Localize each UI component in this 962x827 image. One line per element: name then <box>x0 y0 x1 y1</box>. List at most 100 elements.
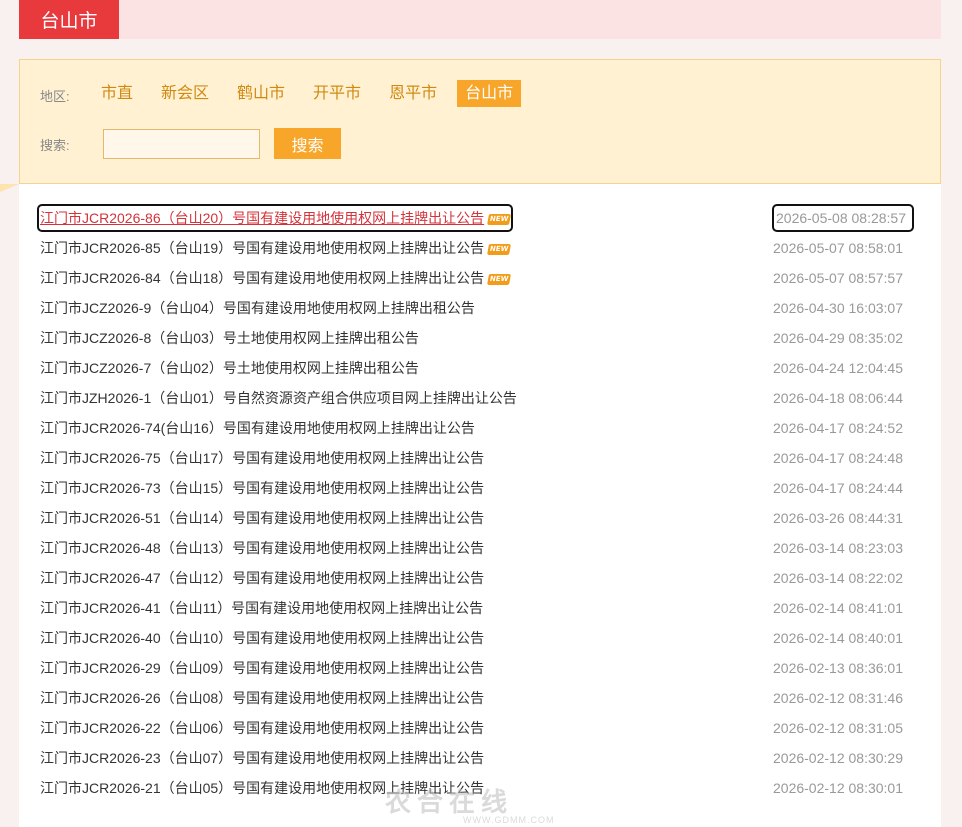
notice-title-text: 江门市JCZ2026-9（台山04）号国有建设用地使用权网上挂牌出租公告 <box>40 300 475 316</box>
notice-list-panel: 江门市JCR2026-86（台山20）号国有建设用地使用权网上挂牌出让公告 NEW… <box>19 184 941 827</box>
notice-title-link[interactable]: 江门市JCR2026-29（台山09）号国有建设用地使用权网上挂牌出让公告 <box>39 656 485 680</box>
notice-title-text: 江门市JCR2026-75（台山17）号国有建设用地使用权网上挂牌出让公告 <box>40 450 485 466</box>
header-tab[interactable]: 台山市 <box>19 0 119 39</box>
notice-row: 江门市JZH2026-1（台山01）号自然资源资产组合供应项目网上挂牌出让公告 2… <box>39 386 919 416</box>
notice-date: 2026-02-12 08:30:29 <box>773 750 903 766</box>
notice-title-text: 江门市JCR2026-73（台山15）号国有建设用地使用权网上挂牌出让公告 <box>40 480 485 496</box>
notice-row: 江门市JCR2026-73（台山15）号国有建设用地使用权网上挂牌出让公告 202… <box>39 476 919 506</box>
notice-row: 江门市JCR2026-40（台山10）号国有建设用地使用权网上挂牌出让公告 202… <box>39 626 919 656</box>
notice-date: 2026-05-07 08:57:57 <box>773 270 903 286</box>
notice-title-text: 江门市JCR2026-86（台山20）号国有建设用地使用权网上挂牌出让公告 <box>40 210 485 226</box>
notice-title-link[interactable]: 江门市JCR2026-21（台山05）号国有建设用地使用权网上挂牌出让公告 <box>39 776 485 800</box>
notice-title-text: 江门市JCR2026-26（台山08）号国有建设用地使用权网上挂牌出让公告 <box>40 690 485 706</box>
notice-title-text: 江门市JCR2026-51（台山14）号国有建设用地使用权网上挂牌出让公告 <box>40 510 485 526</box>
region-list: 市直 新会区 鹤山市 开平市 恩平市 台山市 <box>93 80 533 107</box>
notice-title-link[interactable]: 江门市JCR2026-22（台山06）号国有建设用地使用权网上挂牌出让公告 <box>39 716 485 740</box>
notice-date: 2026-05-07 08:58:01 <box>773 240 903 256</box>
notice-title-text: 江门市JCR2026-40（台山10）号国有建设用地使用权网上挂牌出让公告 <box>40 630 485 646</box>
notice-title-link[interactable]: 江门市JCR2026-23（台山07）号国有建设用地使用权网上挂牌出让公告 <box>39 746 485 770</box>
notice-date: 2026-04-18 08:06:44 <box>773 390 903 406</box>
new-badge-icon: NEW <box>487 243 512 255</box>
notice-title-text: 江门市JCZ2026-7（台山02）号土地使用权网上挂牌出租公告 <box>40 360 419 376</box>
notice-title-text: 江门市JZH2026-1（台山01）号自然资源资产组合供应项目网上挂牌出让公告 <box>40 390 517 406</box>
notice-row: 江门市JCR2026-74(台山16）号国有建设用地使用权网上挂牌出让公告 202… <box>39 416 919 446</box>
search-input[interactable] <box>103 129 260 159</box>
notice-title-text: 江门市JCR2026-84（台山18）号国有建设用地使用权网上挂牌出让公告 <box>40 270 485 286</box>
notice-row: 江门市JCZ2026-7（台山02）号土地使用权网上挂牌出租公告 2026-04-… <box>39 356 919 386</box>
region-item-3[interactable]: 开平市 <box>305 80 369 107</box>
notice-row: 江门市JCR2026-22（台山06）号国有建设用地使用权网上挂牌出让公告 202… <box>39 716 919 746</box>
notice-title-link[interactable]: 江门市JCR2026-48（台山13）号国有建设用地使用权网上挂牌出让公告 <box>39 536 485 560</box>
notice-title-link[interactable]: 江门市JCR2026-51（台山14）号国有建设用地使用权网上挂牌出让公告 <box>39 506 485 530</box>
region-item-0[interactable]: 市直 <box>93 80 141 107</box>
filter-panel: 地区: 市直 新会区 鹤山市 开平市 恩平市 台山市 搜索: 搜索 <box>19 59 941 184</box>
region-item-2[interactable]: 鹤山市 <box>229 80 293 107</box>
notice-row: 江门市JCR2026-84（台山18）号国有建设用地使用权网上挂牌出让公告 NEW… <box>39 266 919 296</box>
notice-date: 2026-04-24 12:04:45 <box>773 360 903 376</box>
notice-title-link[interactable]: 江门市JCR2026-85（台山19）号国有建设用地使用权网上挂牌出让公告 NEW <box>39 236 512 260</box>
notice-title-text: 江门市JCR2026-74(台山16）号国有建设用地使用权网上挂牌出让公告 <box>40 420 475 436</box>
notice-title-link[interactable]: 江门市JZH2026-1（台山01）号自然资源资产组合供应项目网上挂牌出让公告 <box>39 386 518 410</box>
notice-title-link[interactable]: 江门市JCR2026-73（台山15）号国有建设用地使用权网上挂牌出让公告 <box>39 476 485 500</box>
notice-title-text: 江门市JCR2026-85（台山19）号国有建设用地使用权网上挂牌出让公告 <box>40 240 485 256</box>
notice-title-text: 江门市JCZ2026-8（台山03）号土地使用权网上挂牌出租公告 <box>40 330 419 346</box>
notice-title-link[interactable]: 江门市JCR2026-41（台山11）号国有建设用地使用权网上挂牌出让公告 <box>39 596 484 620</box>
notice-date: 2026-04-17 08:24:44 <box>773 480 903 496</box>
notice-title-text: 江门市JCR2026-21（台山05）号国有建设用地使用权网上挂牌出让公告 <box>40 780 485 796</box>
region-item-5[interactable]: 台山市 <box>457 80 522 107</box>
notice-row: 江门市JCR2026-21（台山05）号国有建设用地使用权网上挂牌出让公告 202… <box>39 776 919 806</box>
new-badge-icon: NEW <box>487 273 512 285</box>
region-item-4[interactable]: 恩平市 <box>381 80 445 107</box>
notice-row: 江门市JCR2026-85（台山19）号国有建设用地使用权网上挂牌出让公告 NEW… <box>39 236 919 266</box>
notice-title-text: 江门市JCR2026-48（台山13）号国有建设用地使用权网上挂牌出让公告 <box>40 540 485 556</box>
search-label: 搜索: <box>40 138 70 153</box>
notice-date: 2026-02-13 08:36:01 <box>773 660 903 676</box>
notice-date: 2026-04-30 16:03:07 <box>773 300 903 316</box>
notice-date: 2026-02-12 08:30:01 <box>773 780 903 796</box>
notice-row: 江门市JCR2026-47（台山12）号国有建设用地使用权网上挂牌出让公告 202… <box>39 566 919 596</box>
notice-date: 2026-02-14 08:41:01 <box>773 600 903 616</box>
notice-date: 2026-05-08 08:28:57 <box>772 204 914 232</box>
notice-title-text: 江门市JCR2026-47（台山12）号国有建设用地使用权网上挂牌出让公告 <box>40 570 485 586</box>
notice-title-link[interactable]: 江门市JCR2026-75（台山17）号国有建设用地使用权网上挂牌出让公告 <box>39 446 485 470</box>
notice-title-link[interactable]: 江门市JCR2026-26（台山08）号国有建设用地使用权网上挂牌出让公告 <box>39 686 485 710</box>
new-badge-icon: NEW <box>487 213 512 225</box>
notice-row: 江门市JCR2026-86（台山20）号国有建设用地使用权网上挂牌出让公告 NEW… <box>36 204 919 236</box>
notice-title-link[interactable]: 江门市JCR2026-84（台山18）号国有建设用地使用权网上挂牌出让公告 NEW <box>39 266 512 290</box>
notice-date: 2026-04-17 08:24:48 <box>773 450 903 466</box>
notice-title-text: 江门市JCR2026-41（台山11）号国有建设用地使用权网上挂牌出让公告 <box>40 600 484 616</box>
notice-date: 2026-03-14 08:22:02 <box>773 570 903 586</box>
notice-row: 江门市JCZ2026-8（台山03）号土地使用权网上挂牌出租公告 2026-04-… <box>39 326 919 356</box>
notice-row: 江门市JCR2026-51（台山14）号国有建设用地使用权网上挂牌出让公告 202… <box>39 506 919 536</box>
notice-date: 2026-03-26 08:44:31 <box>773 510 903 526</box>
notice-title-link[interactable]: 江门市JCZ2026-9（台山04）号国有建设用地使用权网上挂牌出租公告 <box>39 296 476 320</box>
notice-row: 江门市JCR2026-29（台山09）号国有建设用地使用权网上挂牌出让公告 202… <box>39 656 919 686</box>
notice-list: 江门市JCR2026-86（台山20）号国有建设用地使用权网上挂牌出让公告 NEW… <box>36 204 919 806</box>
notice-title-text: 江门市JCR2026-29（台山09）号国有建设用地使用权网上挂牌出让公告 <box>40 660 485 676</box>
notice-title-link[interactable]: 江门市JCR2026-86（台山20）号国有建设用地使用权网上挂牌出让公告 NEW <box>36 204 514 232</box>
notice-row: 江门市JCR2026-75（台山17）号国有建设用地使用权网上挂牌出让公告 202… <box>39 446 919 476</box>
region-item-1[interactable]: 新会区 <box>153 80 217 107</box>
notice-date: 2026-02-12 08:31:46 <box>773 690 903 706</box>
panel-pointer-decoration <box>0 184 19 192</box>
notice-date: 2026-04-17 08:24:52 <box>773 420 903 436</box>
notice-title-link[interactable]: 江门市JCR2026-74(台山16）号国有建设用地使用权网上挂牌出让公告 <box>39 416 476 440</box>
search-button[interactable]: 搜索 <box>274 128 341 159</box>
header-bar: 台山市 <box>19 0 941 39</box>
notice-row: 江门市JCR2026-48（台山13）号国有建设用地使用权网上挂牌出让公告 202… <box>39 536 919 566</box>
notice-row: 江门市JCR2026-23（台山07）号国有建设用地使用权网上挂牌出让公告 202… <box>39 746 919 776</box>
region-label: 地区: <box>40 89 70 104</box>
notice-title-link[interactable]: 江门市JCZ2026-8（台山03）号土地使用权网上挂牌出租公告 <box>39 326 420 350</box>
notice-title-link[interactable]: 江门市JCR2026-47（台山12）号国有建设用地使用权网上挂牌出让公告 <box>39 566 485 590</box>
notice-title-text: 江门市JCR2026-23（台山07）号国有建设用地使用权网上挂牌出让公告 <box>40 750 485 766</box>
notice-title-text: 江门市JCR2026-22（台山06）号国有建设用地使用权网上挂牌出让公告 <box>40 720 485 736</box>
notice-row: 江门市JCR2026-41（台山11）号国有建设用地使用权网上挂牌出让公告 202… <box>39 596 919 626</box>
notice-date: 2026-03-14 08:23:03 <box>773 540 903 556</box>
notice-row: 江门市JCZ2026-9（台山04）号国有建设用地使用权网上挂牌出租公告 2026… <box>39 296 919 326</box>
notice-row: 江门市JCR2026-26（台山08）号国有建设用地使用权网上挂牌出让公告 202… <box>39 686 919 716</box>
notice-title-link[interactable]: 江门市JCR2026-40（台山10）号国有建设用地使用权网上挂牌出让公告 <box>39 626 485 650</box>
notice-title-link[interactable]: 江门市JCZ2026-7（台山02）号土地使用权网上挂牌出租公告 <box>39 356 420 380</box>
notice-date: 2026-02-12 08:31:05 <box>773 720 903 736</box>
notice-date: 2026-04-29 08:35:02 <box>773 330 903 346</box>
notice-date: 2026-02-14 08:40:01 <box>773 630 903 646</box>
